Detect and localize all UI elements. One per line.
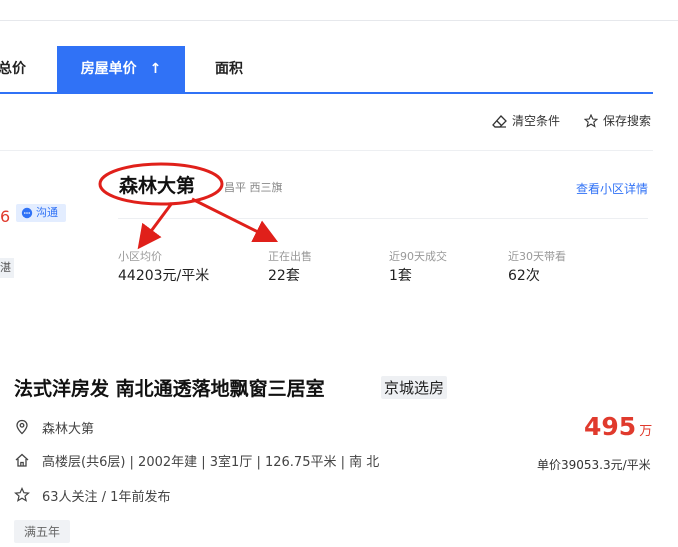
- listing-house-info: 高楼层(共6层) | 2002年建 | 3室1厅 | 126.75平米 | 南 …: [42, 454, 380, 470]
- stat-value-visits-30d: 62次: [508, 268, 540, 284]
- tag-fragment: 湛: [0, 258, 14, 278]
- price-fragment: 6: [0, 207, 11, 226]
- stat-value-avg-price: 44203元/平米: [118, 268, 210, 284]
- save-search-button[interactable]: 保存搜索: [584, 112, 651, 130]
- community-divider: [118, 218, 648, 219]
- chat-button[interactable]: 沟通: [16, 204, 66, 222]
- eraser-icon: [492, 114, 507, 128]
- listing-tag: 满五年: [14, 520, 71, 543]
- sort-tab-unit-price[interactable]: 房屋单价 ↑: [57, 46, 185, 92]
- listing-title[interactable]: 法式洋房发 南北通透落地飘窗三居室: [14, 374, 325, 401]
- sort-tab-total-price[interactable]: 总价: [0, 46, 26, 92]
- community-district: 昌平 西三旗: [224, 181, 283, 194]
- save-search-label: 保存搜索: [603, 114, 652, 128]
- listing-community-name[interactable]: 森林大第: [42, 418, 94, 437]
- stat-label-avg-price: 小区均价: [118, 250, 162, 263]
- star-icon: [14, 487, 30, 502]
- location-pin-icon: [16, 419, 28, 435]
- listing-follow-row: 63人关注 / 1年前发布: [14, 485, 170, 505]
- listing-total-price: 495 万: [584, 412, 652, 441]
- house-icon: [15, 453, 29, 467]
- listing-badge: 京城选房: [381, 376, 448, 399]
- community-detail-link[interactable]: 查看小区详情: [576, 180, 648, 197]
- sort-tab-label: 房屋单价: [80, 61, 137, 77]
- community-name[interactable]: 森林大第: [119, 171, 195, 198]
- stat-label-visits-30d: 近30天带看: [508, 250, 566, 263]
- annotation-arrow-avg-price: [137, 202, 174, 250]
- top-divider: [0, 20, 678, 21]
- chat-label: 沟通: [36, 206, 58, 219]
- listing-community-row: 森林大第: [14, 417, 94, 437]
- sort-tab-area[interactable]: 面积: [215, 46, 243, 92]
- clear-conditions-label: 清空条件: [512, 114, 561, 128]
- listing-unit-price: 单价39053.3元/平米: [537, 458, 651, 472]
- total-price-value: 495: [584, 412, 637, 441]
- total-price-unit: 万: [639, 424, 653, 439]
- stat-value-deals-90d: 1套: [389, 268, 412, 284]
- chat-bubble-icon: [21, 207, 33, 219]
- sort-bar-underline: [0, 92, 653, 94]
- star-icon: [584, 114, 598, 128]
- clear-conditions-button[interactable]: 清空条件: [492, 112, 560, 130]
- stat-label-deals-90d: 近90天成交: [389, 250, 447, 263]
- listing-follow-info: 63人关注 / 1年前发布: [42, 489, 171, 505]
- stat-value-on-sale: 22套: [268, 268, 300, 284]
- stat-label-on-sale: 正在出售: [268, 250, 312, 263]
- toolbar-divider: [0, 150, 653, 151]
- listing-house-info-row: 高楼层(共6层) | 2002年建 | 3室1厅 | 126.75平米 | 南 …: [14, 450, 379, 470]
- arrow-up-icon: ↑: [149, 61, 162, 77]
